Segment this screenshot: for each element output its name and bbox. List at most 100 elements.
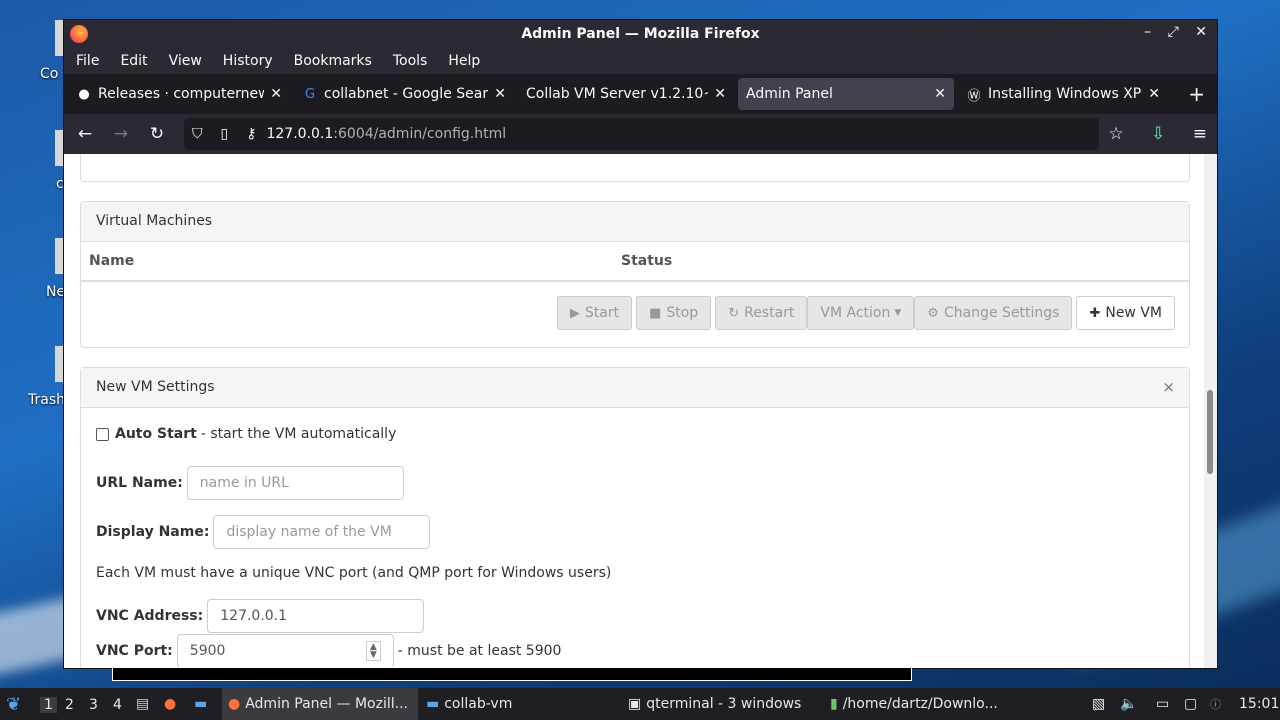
tab-label: collabnet - Google Searc bbox=[324, 86, 489, 102]
menu-edit[interactable]: Edit bbox=[120, 53, 147, 69]
vnc-address-value: 127.0.0.1 bbox=[220, 608, 288, 624]
page-icon[interactable]: ▯ bbox=[221, 126, 229, 142]
number-spinner-icon[interactable]: ▲ ▼ bbox=[365, 641, 381, 661]
firefox-launcher-icon[interactable]: ● bbox=[164, 688, 176, 720]
shield-icon[interactable]: ⛉ bbox=[192, 126, 203, 142]
new-vm-label: New VM bbox=[1105, 305, 1162, 321]
virtual-machines-panel: Virtual Machines Name Status ▶ Start ■ Sto… bbox=[80, 201, 1190, 348]
new-tab-button[interactable]: + bbox=[1188, 82, 1205, 106]
firefox-icon: ● bbox=[228, 696, 241, 712]
tab-close-icon[interactable]: ✕ bbox=[494, 86, 506, 102]
scrollbar-thumb[interactable] bbox=[1207, 390, 1213, 474]
tab-close-icon[interactable]: ✕ bbox=[934, 86, 946, 102]
menu-bookmarks[interactable]: Bookmarks bbox=[294, 53, 372, 69]
new-vm-settings-panel: New VM Settings × Auto Start - start the… bbox=[80, 367, 1190, 668]
taskbar-app-collab-vm[interactable]: ▬ collab-vm bbox=[426, 688, 512, 720]
taskbar-app-firefox[interactable]: ● Admin Panel — Mozill... bbox=[222, 688, 418, 720]
url-bar[interactable]: ⛉ ▯ ⚷ 127.0.0.1:6004/admin/config.html bbox=[184, 118, 1099, 150]
panel-title: New VM Settings bbox=[96, 379, 215, 395]
play-icon: ▶ bbox=[569, 305, 580, 321]
workspace-2[interactable]: 2 bbox=[65, 697, 74, 713]
display-name-input[interactable]: display name of the VM bbox=[213, 515, 431, 549]
display-name-label: Display Name: bbox=[96, 524, 210, 540]
menu-view[interactable]: View bbox=[169, 53, 202, 69]
url-name-input[interactable]: name in URL bbox=[186, 466, 404, 500]
clipboard-icon[interactable]: ▢ bbox=[1184, 688, 1197, 720]
restart-button[interactable]: ↻ Restart bbox=[715, 296, 808, 330]
stop-button[interactable]: ■ Stop bbox=[636, 296, 712, 330]
tab-strip: ● Releases · computernew ✕ G collabnet -… bbox=[64, 74, 1217, 114]
page-scrollbar[interactable] bbox=[1204, 154, 1217, 668]
file-manager-launcher-icon[interactable]: ▬ bbox=[194, 688, 207, 720]
vnc-address-input[interactable]: 127.0.0.1 bbox=[207, 599, 425, 633]
tab-close-icon[interactable]: ✕ bbox=[270, 86, 282, 102]
column-header-status[interactable]: Status bbox=[613, 253, 672, 269]
tab-close-icon[interactable]: ✕ bbox=[1148, 86, 1160, 102]
title-bar[interactable]: Admin Panel — Mozilla Firefox – ⤢ ✕ bbox=[64, 20, 1217, 48]
tab-releases[interactable]: ● Releases · computernew ✕ bbox=[68, 78, 290, 110]
minimize-button[interactable]: – bbox=[1144, 24, 1151, 40]
workspace-1[interactable]: 1 bbox=[40, 697, 57, 713]
menu-file[interactable]: File bbox=[76, 53, 99, 69]
auto-start-description: - start the VM automatically bbox=[200, 426, 397, 442]
auto-start-checkbox[interactable] bbox=[96, 427, 109, 441]
tab-google-search[interactable]: G collabnet - Google Searc ✕ bbox=[294, 78, 514, 110]
firefox-window: Admin Panel — Mozilla Firefox – ⤢ ✕ File… bbox=[63, 19, 1218, 669]
vm-action-dropdown[interactable]: VM Action ▼ bbox=[807, 296, 915, 330]
workspace-4[interactable]: 4 bbox=[113, 697, 122, 713]
start-menu-icon[interactable]: ❦ bbox=[6, 688, 21, 720]
taskbar-app-label: qterminal - 3 windows bbox=[646, 696, 802, 712]
auto-start-label: Auto Start bbox=[115, 426, 197, 442]
new-vm-button[interactable]: ✚ New VM bbox=[1076, 296, 1175, 330]
github-icon: ● bbox=[78, 86, 90, 102]
close-panel-icon[interactable]: × bbox=[1162, 378, 1175, 396]
url-name-placeholder: name in URL bbox=[199, 475, 289, 491]
change-settings-label: Change Settings bbox=[943, 305, 1060, 321]
clock[interactable]: 15:01 bbox=[1239, 688, 1279, 720]
tab-label: Collab VM Server v1.2.10~c bbox=[526, 86, 709, 102]
workspace-3[interactable]: 3 bbox=[89, 697, 98, 713]
close-window-button[interactable]: ✕ bbox=[1195, 24, 1207, 40]
change-settings-button[interactable]: ⚙ Change Settings bbox=[914, 296, 1073, 330]
tab-collab-vm-server[interactable]: Collab VM Server v1.2.10~c ✕ bbox=[518, 78, 734, 110]
tab-close-icon[interactable]: ✕ bbox=[714, 86, 726, 102]
previous-panel bbox=[80, 154, 1190, 182]
folder-icon: ▬ bbox=[426, 696, 440, 712]
bookmark-star-icon[interactable]: ☆ bbox=[1108, 124, 1123, 144]
caret-down-icon: ▼ bbox=[894, 308, 902, 318]
stop-icon: ■ bbox=[649, 305, 662, 321]
menu-help[interactable]: Help bbox=[448, 53, 480, 69]
tab-installing-windows-xp[interactable]: Ⓦ Installing Windows XP on ✕ bbox=[958, 78, 1168, 110]
volume-icon[interactable]: 🔈 bbox=[1120, 688, 1137, 720]
key-icon[interactable]: ⚷ bbox=[246, 126, 256, 142]
show-desktop-icon[interactable]: ▤ bbox=[136, 688, 149, 720]
back-button[interactable]: ← bbox=[70, 124, 100, 144]
tab-admin-panel[interactable]: Admin Panel ✕ bbox=[738, 78, 954, 110]
vm-button-row: ▶ Start ■ Stop ↻ Restart VM Action ▼ ⚙ Change… bbox=[556, 296, 1175, 330]
notification-icon[interactable]: ⓘ bbox=[1210, 688, 1221, 720]
menu-tools[interactable]: Tools bbox=[393, 53, 428, 69]
reload-button[interactable]: ↻ bbox=[142, 124, 172, 144]
forward-button[interactable]: → bbox=[106, 124, 136, 144]
url-name-row: URL Name: name in URL bbox=[96, 466, 404, 500]
tab-label: Installing Windows XP on bbox=[988, 86, 1142, 102]
tray-updates-icon[interactable]: ▧ bbox=[1092, 688, 1105, 720]
start-button[interactable]: ▶ Start bbox=[556, 296, 633, 330]
desktop-icon-label: Trash bbox=[28, 392, 65, 408]
vnc-note-text: Each VM must have a unique VNC port (and… bbox=[96, 565, 612, 581]
plus-icon: ✚ bbox=[1089, 305, 1101, 321]
panel-heading: New VM Settings × bbox=[81, 368, 1189, 408]
vm-table-header: Name Status bbox=[81, 242, 1189, 282]
maximize-button[interactable]: ⤢ bbox=[1168, 24, 1179, 40]
gear-icon: ⚙ bbox=[927, 305, 939, 321]
taskbar-app-qterminal[interactable]: ▣ qterminal - 3 windows bbox=[628, 688, 801, 720]
menu-history[interactable]: History bbox=[223, 53, 273, 69]
vnc-port-input[interactable]: 5900 ▲ ▼ bbox=[176, 634, 394, 668]
tab-label: Admin Panel bbox=[746, 86, 833, 102]
download-icon[interactable]: ⇩ bbox=[1151, 124, 1165, 144]
column-header-name[interactable]: Name bbox=[81, 253, 613, 269]
monitor-icon[interactable]: ▭ bbox=[1156, 688, 1169, 720]
toolbar-right: ☆ ⇩ ≡ bbox=[1086, 124, 1207, 144]
taskbar-app-archive[interactable]: ▮ /home/dartz/Downlo... bbox=[830, 688, 998, 720]
hamburger-menu-icon[interactable]: ≡ bbox=[1193, 124, 1207, 144]
